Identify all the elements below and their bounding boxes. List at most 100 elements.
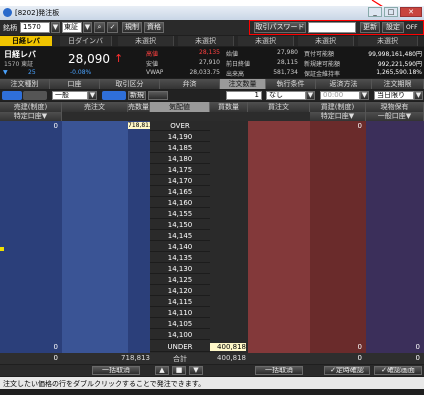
market-dropdown-icon[interactable]: ▼ [83,22,92,33]
password-label: 取引パスワード [254,22,306,33]
order-board-window: [8202]発注板 _ □ ✕ 銘柄 1570 ▼ 東証 ▼ ⌕ ✓ 規制 資格… [0,6,424,395]
periodic-check-toggle[interactable]: ✓定時確認 [324,366,370,375]
price-row[interactable]: 14,130 [150,264,210,274]
time-input[interactable]: 00:00 [320,91,360,100]
tab-unselected-1[interactable]: 未選択 [118,36,174,46]
sell-qty-column [128,121,150,364]
scroll-down-icon[interactable]: ▼ [189,366,203,375]
price-row[interactable]: 14,135 [150,253,210,263]
exec-dropdown-icon[interactable]: ▼ [306,91,315,100]
total-sell-margin: 0 [53,354,58,362]
high-label: 高値 [146,51,159,58]
price-row[interactable]: 14,190 [150,132,210,142]
settings-button[interactable]: 設定 [382,22,404,33]
holdings-bottom-value: 0 [415,343,420,351]
tab-unselected-5[interactable]: 未選択 [358,36,418,46]
high-value: 28,135 [199,49,220,56]
account-dropdown-icon[interactable]: ▼ [88,91,97,100]
down-triangle-icon: ▼ [3,69,8,76]
account-select[interactable]: 一般 [52,91,88,100]
tab-unselected-3[interactable]: 未選択 [238,36,294,46]
sell-account-select[interactable]: 特定口座▼ [0,112,62,121]
new-button[interactable]: 新規 [128,91,146,100]
holdings-header: 現物保有 [366,102,424,112]
holdings-column [366,121,424,364]
price-row[interactable]: 14,165 [150,187,210,197]
cancel-all-buy-button[interactable]: 一括取消 [255,366,303,375]
price-row[interactable]: 14,105 [150,319,210,329]
order-type-toggle-right[interactable] [23,91,47,100]
market-select[interactable]: 東証 [62,22,82,33]
scroll-up-icon[interactable]: ▲ [155,366,169,375]
price-row[interactable]: 14,150 [150,220,210,230]
order-type-toggle-left[interactable] [2,91,22,100]
open-label: 始値 [226,51,239,58]
order-qty-input[interactable]: 1 [226,91,262,100]
order-board[interactable]: 0 718,813 OVER 0 14,19014,18514,18014,17… [0,121,424,364]
tab-unselected-4[interactable]: 未選択 [298,36,354,46]
password-input[interactable] [308,22,356,33]
search-icon[interactable]: ⌕ [94,22,105,33]
margin-ratio-value: 1,265,590.18% [376,69,422,76]
repay-button[interactable] [148,91,168,100]
order-controls-row: 一般 ▼ 新規 1 なし ▼ 00:00 ▼ 当日限り ▼ [0,90,424,101]
price-row[interactable]: 14,140 [150,242,210,252]
price-row[interactable]: 14,170 [150,176,210,186]
toolbar: 銘柄 1570 ▼ 東証 ▼ ⌕ ✓ 規制 資格 取引パスワード 更新 設定 O… [0,20,424,35]
code-dropdown-icon[interactable]: ▼ [51,22,60,33]
tab-nikkei-inverse[interactable]: 日ダインバ [60,36,112,46]
current-price: 28,090 [68,52,110,66]
exec-condition-select[interactable]: なし [266,91,306,100]
price-row[interactable]: 14,180 [150,154,210,164]
expiry-select[interactable]: 当日限り [374,91,414,100]
total-buy-qty: 400,818 [217,354,246,362]
qualification-button[interactable]: 資格 [144,22,164,33]
price-row[interactable]: 14,115 [150,297,210,307]
margin-power-label: 新規建可能額 [304,61,341,68]
price-row[interactable]: 14,120 [150,286,210,296]
scroll-marker[interactable] [0,247,4,251]
close-button[interactable]: ✕ [400,7,422,17]
price-row[interactable]: 14,160 [150,198,210,208]
price-row[interactable]: 14,100 [150,330,210,340]
off-toggle[interactable]: OFF [406,22,422,33]
sell-margin-header: 売建(制度) [0,102,62,112]
vwap-value: 28,033.75 [189,69,220,76]
maximize-button[interactable]: □ [384,7,398,17]
under-row[interactable]: UNDER [150,342,210,352]
update-button[interactable]: 更新 [360,22,380,33]
confirm-screen-toggle[interactable]: ✓確認画面 [374,366,422,375]
check-icon[interactable]: ✓ [107,22,118,33]
price-row[interactable]: 14,110 [150,308,210,318]
expiry-dropdown-icon[interactable]: ▼ [414,91,423,100]
price-row[interactable]: 14,185 [150,143,210,153]
buy-qty-column [210,121,248,364]
tab-unselected-2[interactable]: 未選択 [178,36,234,46]
scroll-center-icon[interactable]: ■ [172,366,186,375]
price-row[interactable]: 14,145 [150,231,210,241]
time-dropdown-icon[interactable]: ▼ [360,91,369,100]
tab-bar: 日経レバ 日ダインバ 未選択 未選択 未選択 未選択 未選択 [0,36,424,46]
tab-nikkei-leverage[interactable]: 日経レバ [0,36,52,46]
low-value: 27,910 [199,59,220,66]
cancel-all-sell-button[interactable]: 一括取消 [92,366,140,375]
regulation-button[interactable]: 規制 [122,22,142,33]
vwap-label: VWAP [146,69,164,76]
window-title: [8202]発注板 [15,9,60,17]
quote-price-header[interactable]: 気配値 [150,102,210,112]
buy-account-select[interactable]: 特定口座▼ [310,112,366,121]
sell-margin-top-value: 0 [53,122,58,130]
sell-order-header: 売注文 [62,102,128,112]
app-icon [3,8,12,17]
trade-toggle-credit[interactable] [102,91,126,100]
volume-label: 出来高 [226,71,245,78]
buy-margin-bottom-value: 0 [357,343,362,351]
price-row[interactable]: 14,125 [150,275,210,285]
holdings-account-select[interactable]: 一般口座▼ [366,112,424,121]
price-row[interactable]: 14,175 [150,165,210,175]
minimize-button[interactable]: _ [368,7,382,17]
code-input[interactable]: 1570 [20,22,50,33]
buy-margin-column [310,121,366,364]
over-row[interactable]: OVER [150,121,210,131]
price-row[interactable]: 14,155 [150,209,210,219]
